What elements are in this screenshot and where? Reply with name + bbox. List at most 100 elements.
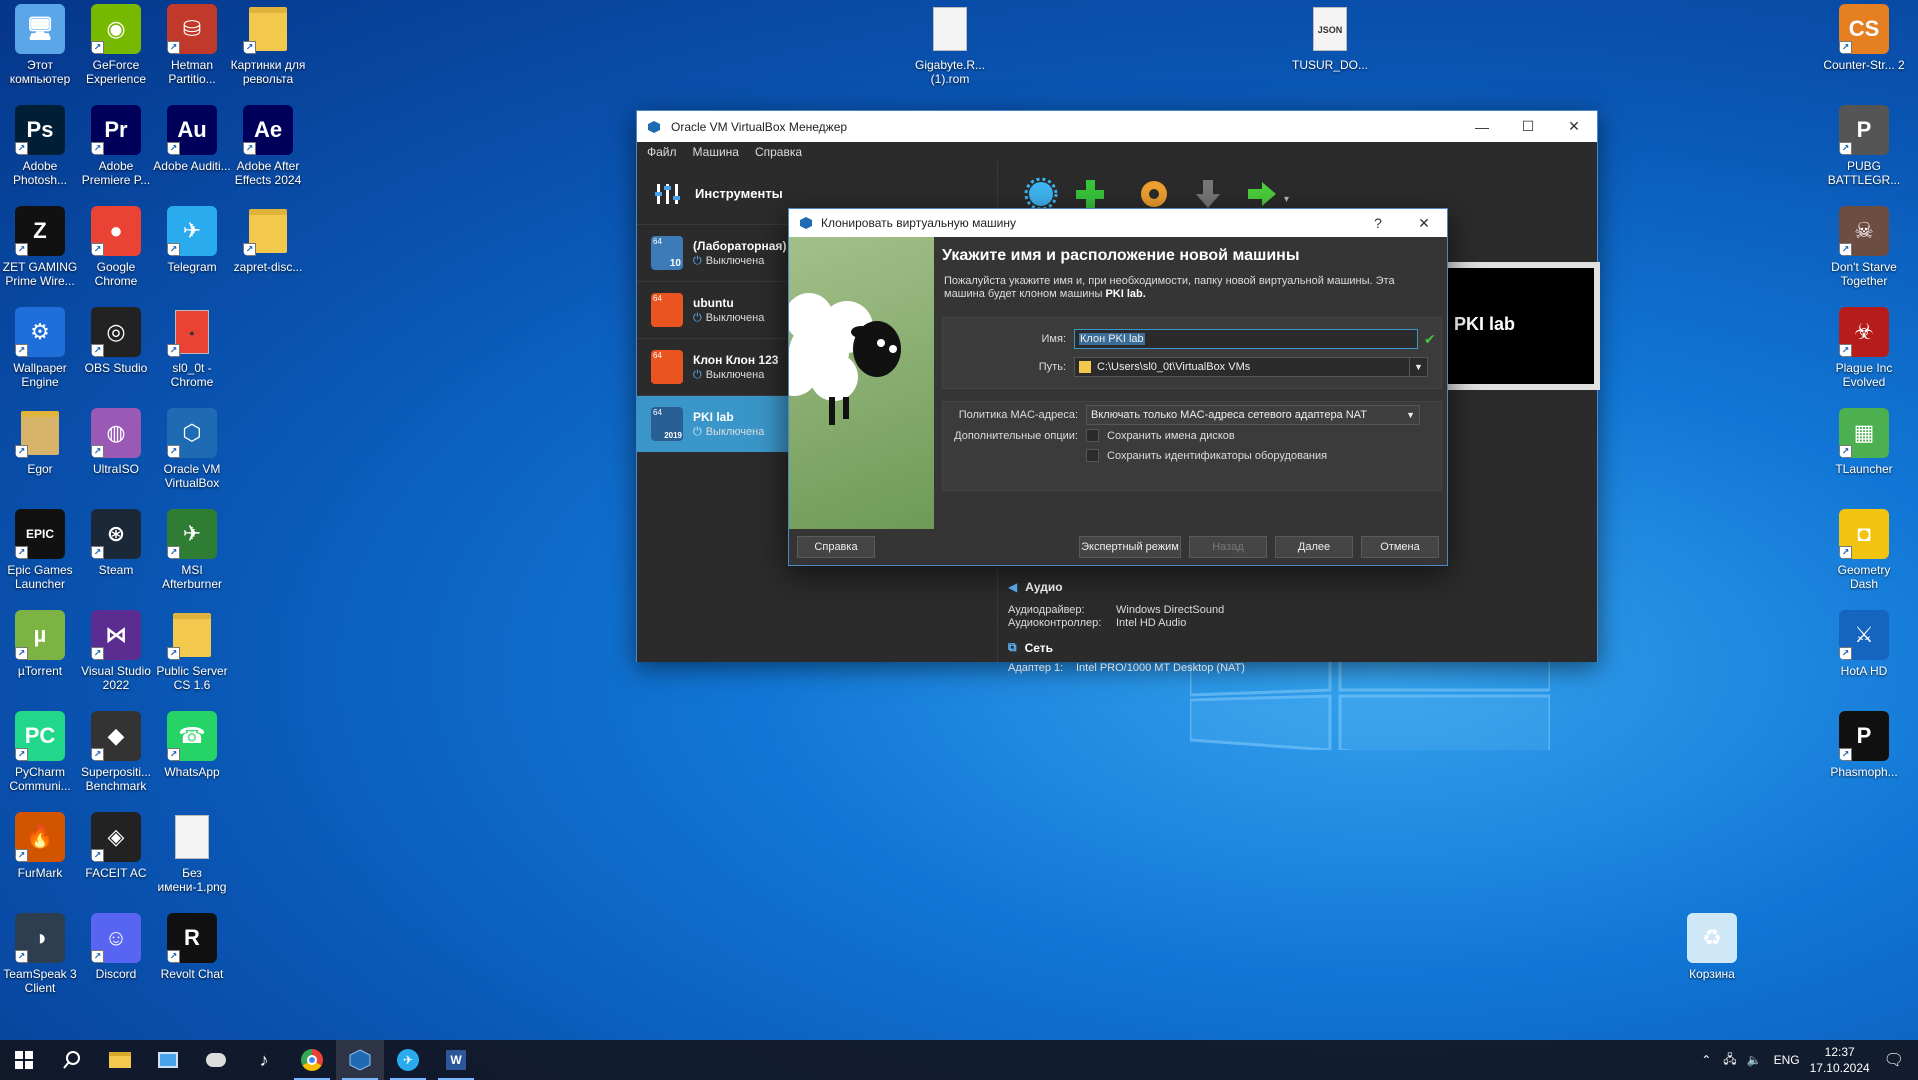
- dialog-titlebar[interactable]: Клонировать виртуальную машину ? ✕: [789, 209, 1447, 237]
- desktop-icon[interactable]: ↗ Egor: [0, 408, 80, 504]
- new-vm-icon[interactable]: [1023, 176, 1059, 212]
- taskbar-virtualbox[interactable]: [336, 1040, 384, 1080]
- shortcut-arrow-icon: ↗: [15, 142, 28, 155]
- desktop-icon[interactable]: ◍ ↗ UltraISO: [76, 408, 156, 504]
- taskbar-word[interactable]: W: [432, 1040, 480, 1080]
- desktop-icon[interactable]: ☎ ↗ WhatsApp: [152, 711, 232, 807]
- desktop-icon[interactable]: Au ↗ Adobe Auditi...: [152, 105, 232, 201]
- taskbar-chrome[interactable]: [288, 1040, 336, 1080]
- desktop-icon[interactable]: ◆ ↗ Superpositi... Benchmark: [76, 711, 156, 807]
- desktop-icon[interactable]: ♻ Корзина: [1672, 913, 1752, 1009]
- desktop-icon[interactable]: Ps ↗ Adobe Photosh...: [0, 105, 80, 201]
- keep-hardware-uuids-checkbox[interactable]: [1086, 449, 1099, 462]
- volume-icon[interactable]: 🔈: [1747, 1053, 1762, 1067]
- desktop-icon[interactable]: P ↗ PUBG BATTLEGR...: [1824, 105, 1904, 201]
- minimize-button[interactable]: —: [1459, 111, 1505, 142]
- desktop-icon[interactable]: ⚔ ↗ HotA HD: [1824, 610, 1904, 706]
- desktop-icon-label: Counter-Str... 2: [1823, 58, 1905, 72]
- desktop-icon[interactable]: 🔥 ↗ FurMark: [0, 812, 80, 908]
- desktop-icon[interactable]: ● ↗ sl0_0t - Chrome: [152, 307, 232, 403]
- desktop-icon[interactable]: ● ↗ Google Chrome: [76, 206, 156, 302]
- desktop-icon[interactable]: JSON TUSUR_DO...: [1290, 4, 1370, 100]
- desktop-icon[interactable]: PC ↗ PyCharm Communi...: [0, 711, 80, 807]
- expert-mode-button[interactable]: Экспертный режим: [1079, 536, 1181, 558]
- taskbar-tool[interactable]: [192, 1040, 240, 1080]
- desktop-icon[interactable]: ⊛ ↗ Steam: [76, 509, 156, 605]
- menu-help[interactable]: Справка: [755, 145, 802, 159]
- cancel-button[interactable]: Отмена: [1361, 536, 1439, 558]
- desktop-icon[interactable]: P ↗ Phasmoph...: [1824, 711, 1904, 807]
- desktop-icon-label: Geometry Dash: [1837, 563, 1891, 591]
- close-button[interactable]: ✕: [1551, 111, 1597, 142]
- taskbar-telegram[interactable]: ✈: [384, 1040, 432, 1080]
- taskbar-file-explorer[interactable]: [96, 1040, 144, 1080]
- desktop-icon[interactable]: ☣ ↗ Plague Inc Evolved: [1824, 307, 1904, 403]
- desktop-icon-label: Adobe Auditi...: [153, 159, 231, 173]
- msi-afterburner-icon: ✈ ↗: [167, 509, 217, 559]
- desktop-icon[interactable]: ✈ ↗ MSI Afterburner: [152, 509, 232, 605]
- discard-arrow-down-icon[interactable]: [1190, 176, 1226, 212]
- desktop-icon[interactable]: Без имени-1.png: [152, 812, 232, 908]
- settings-gear-icon[interactable]: [1136, 176, 1172, 212]
- desktop-icon-label: Oracle VM VirtualBox: [163, 462, 221, 490]
- cs2-icon: CS ↗: [1839, 4, 1889, 54]
- sheep-icon: [789, 293, 901, 425]
- desktop-icon[interactable]: Gigabyte.R... (1).rom: [910, 4, 990, 100]
- shortcut-arrow-icon: ↗: [91, 647, 104, 660]
- start-arrow-right-icon[interactable]: [1244, 176, 1280, 212]
- toolbar-more-icon[interactable]: ▾: [1284, 194, 1289, 205]
- language-indicator[interactable]: ENG: [1774, 1053, 1800, 1067]
- desktop-icon[interactable]: ⚙ ↗ Wallpaper Engine: [0, 307, 80, 403]
- maximize-button[interactable]: ☐: [1505, 111, 1551, 142]
- clock[interactable]: 12:37 17.10.2024: [1810, 1044, 1870, 1076]
- name-input[interactable]: Клон PKI lab: [1074, 329, 1418, 349]
- desktop-icon[interactable]: ▦ ↗ TLauncher: [1824, 408, 1904, 504]
- desktop-icon[interactable]: ↗ Public Server CS 1.6: [152, 610, 232, 706]
- notification-icon[interactable]: 🗨: [1884, 1050, 1904, 1070]
- start-button[interactable]: [0, 1040, 48, 1080]
- desktop-icon[interactable]: ◈ ↗ FACEIT AC: [76, 812, 156, 908]
- path-input[interactable]: C:\Users\sl0_0t\VirtualBox VMs ▼: [1074, 357, 1428, 377]
- desktop-icon[interactable]: 🖥 Этот компьютер: [0, 4, 80, 100]
- mac-policy-select[interactable]: Включать только MAC-адреса сетевого адап…: [1086, 405, 1420, 425]
- taskbar-music[interactable]: ♪: [240, 1040, 288, 1080]
- taskbar-control-panel[interactable]: [144, 1040, 192, 1080]
- chevron-up-icon[interactable]: ⌃: [1701, 1053, 1711, 1067]
- shortcut-arrow-icon: ↗: [1839, 41, 1852, 54]
- desktop-icon[interactable]: Pr ↗ Adobe Premiere P...: [76, 105, 156, 201]
- desktop-icon[interactable]: ◎ ↗ OBS Studio: [76, 307, 156, 403]
- help-button[interactable]: Справка: [797, 536, 875, 558]
- desktop-icon[interactable]: ◉ ↗ GeForce Experience: [76, 4, 156, 100]
- vbox-titlebar[interactable]: Oracle VM VirtualBox Менеджер — ☐ ✕: [637, 111, 1597, 142]
- desktop-icon[interactable]: ✈ ↗ Telegram: [152, 206, 232, 302]
- desktop-icon[interactable]: ⋈ ↗ Visual Studio 2022: [76, 610, 156, 706]
- shortcut-arrow-icon: ↗: [1839, 344, 1852, 357]
- desktop-icon[interactable]: ☠ ↗ Don't Starve Together: [1824, 206, 1904, 302]
- desktop-icon[interactable]: ◑ ↗ TeamSpeak 3 Client: [0, 913, 80, 1009]
- shortcut-arrow-icon: ↗: [1839, 647, 1852, 660]
- desktop-icon[interactable]: CS ↗ Counter-Str... 2: [1823, 4, 1905, 100]
- desktop-icon[interactable]: Z ↗ ZET GAMING Prime Wire...: [0, 206, 80, 302]
- desktop-icon[interactable]: ☺ ↗ Discord: [76, 913, 156, 1009]
- desktop-icon[interactable]: ⛁ ↗ Hetman Partitio...: [152, 4, 232, 100]
- search-button[interactable]: [48, 1040, 96, 1080]
- menu-machine[interactable]: Машина: [693, 145, 739, 159]
- back-button[interactable]: Назад: [1189, 536, 1267, 558]
- desktop-icon[interactable]: ↗ zapret-disc...: [228, 206, 308, 302]
- menu-file[interactable]: Файл: [647, 145, 677, 159]
- keep-disk-names-checkbox[interactable]: [1086, 429, 1099, 442]
- desktop-icon[interactable]: ↗ Картинки для револьта: [228, 4, 308, 100]
- network-icon[interactable]: 🖧: [1723, 1050, 1736, 1071]
- desktop-icon[interactable]: Ae ↗ Adobe After Effects 2024: [228, 105, 308, 201]
- next-button[interactable]: Далее: [1275, 536, 1353, 558]
- add-vm-icon[interactable]: [1072, 176, 1108, 212]
- help-question-button[interactable]: ?: [1355, 208, 1401, 239]
- dialog-close-button[interactable]: ✕: [1401, 208, 1447, 239]
- desktop-icon[interactable]: EPIC ↗ Epic Games Launcher: [0, 509, 80, 605]
- desktop-icon[interactable]: ◘ ↗ Geometry Dash: [1824, 509, 1904, 605]
- power-off-icon: ⏻: [693, 425, 702, 438]
- desktop-icon[interactable]: ⬡ ↗ Oracle VM VirtualBox: [152, 408, 232, 504]
- desktop-icon[interactable]: R ↗ Revolt Chat: [152, 913, 232, 1009]
- desktop-icon[interactable]: µ ↗ µTorrent: [0, 610, 80, 706]
- desktop-icon-label: Корзина: [1689, 967, 1735, 981]
